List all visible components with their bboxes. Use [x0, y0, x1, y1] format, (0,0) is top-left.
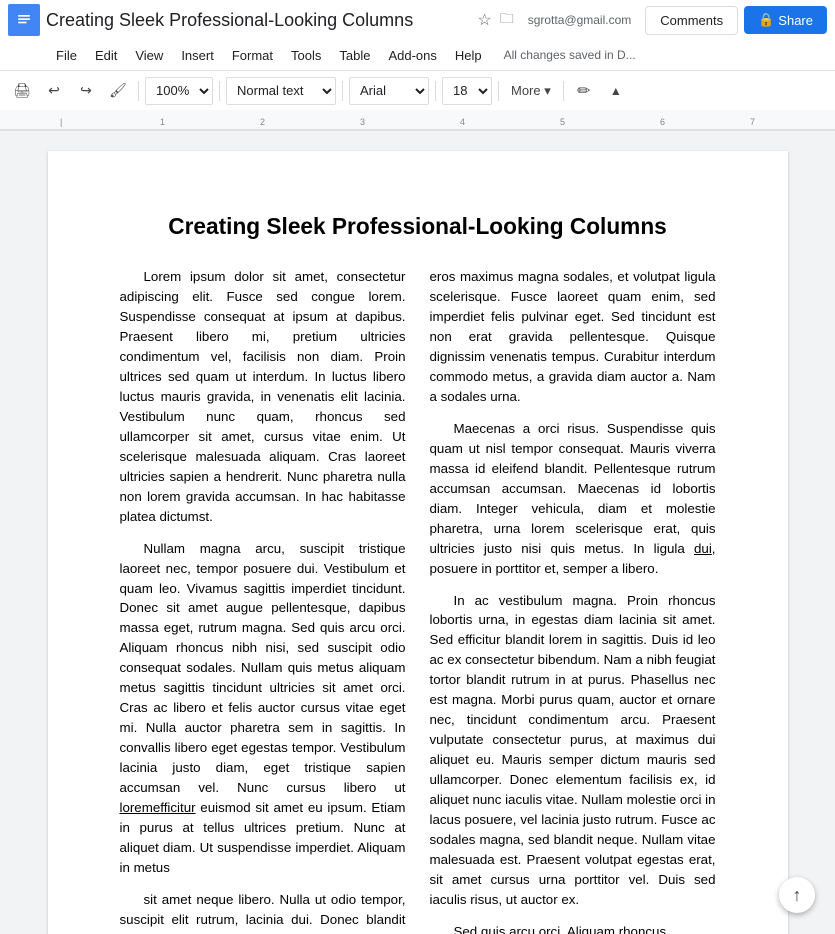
- menu-addons[interactable]: Add-ons: [380, 44, 444, 67]
- document-area[interactable]: Creating Sleek Professional-Looking Colu…: [0, 131, 835, 934]
- link-dui[interactable]: dui: [694, 541, 712, 556]
- collapse-toolbar-button[interactable]: ▲: [602, 77, 630, 105]
- link-loremefficitur[interactable]: loremefficitur: [120, 800, 196, 815]
- paragraph-1: Lorem ipsum dolor sit amet, consectetur …: [120, 267, 406, 527]
- print-button[interactable]: 🖨: [8, 77, 36, 105]
- more-button[interactable]: More ▾: [505, 77, 557, 105]
- ruler-mark-6: 6: [660, 117, 665, 127]
- divider-2: [219, 81, 220, 101]
- document-title: Creating Sleek Professional-Looking Colu…: [120, 211, 716, 243]
- undo-button[interactable]: ↩: [40, 77, 68, 105]
- divider-5: [498, 81, 499, 101]
- font-select[interactable]: Arial: [349, 77, 429, 105]
- ruler-mark-0: |: [60, 117, 62, 127]
- scroll-icon: ↑: [793, 885, 802, 906]
- ruler-mark-1: 1: [160, 117, 165, 127]
- ruler-mark-3: 3: [360, 117, 365, 127]
- document-body: Lorem ipsum dolor sit amet, consectetur …: [120, 267, 716, 934]
- menu-table[interactable]: Table: [331, 44, 378, 67]
- menu-tools[interactable]: Tools: [283, 44, 329, 67]
- app-icon: [8, 4, 40, 36]
- redo-button[interactable]: ↪: [72, 77, 100, 105]
- menu-insert[interactable]: Insert: [173, 44, 222, 67]
- doc-title[interactable]: Creating Sleek Professional-Looking Colu…: [46, 10, 471, 31]
- divider-6: [563, 81, 564, 101]
- menu-edit[interactable]: Edit: [87, 44, 125, 67]
- ruler: | 1 2 3 4 5 6 7: [0, 110, 835, 130]
- paragraph-2: Nullam magna arcu, suscipit tristique la…: [120, 539, 406, 879]
- user-email: sgrotta@gmail.com: [528, 13, 632, 27]
- style-select[interactable]: Normal text: [226, 77, 336, 105]
- ruler-mark-5: 5: [560, 117, 565, 127]
- folder-icon[interactable]: 🗀: [500, 8, 514, 32]
- menu-view[interactable]: View: [127, 44, 171, 67]
- menu-help[interactable]: Help: [447, 44, 490, 67]
- autosave-message: All changes saved in D...: [504, 48, 636, 62]
- menu-file[interactable]: File: [48, 44, 85, 67]
- document-page: Creating Sleek Professional-Looking Colu…: [48, 151, 788, 934]
- ruler-mark-4: 4: [460, 117, 465, 127]
- paragraph-5: In ac vestibulum magna. Proin rhoncus lo…: [430, 591, 716, 911]
- paragraph-6: Sed quis arcu orci. Aliquam rhoncus: [430, 922, 716, 934]
- menu-bar: File Edit View Insert Format Tools Table…: [0, 40, 835, 70]
- paint-format-button[interactable]: 🖌: [104, 77, 132, 105]
- comments-button[interactable]: Comments: [645, 6, 738, 35]
- ruler-mark-7: 7: [750, 117, 755, 127]
- zoom-select[interactable]: 100%: [145, 77, 213, 105]
- divider-4: [435, 81, 436, 101]
- title-icons: ☆ 🗀: [477, 8, 513, 32]
- star-icon[interactable]: ☆: [477, 10, 491, 30]
- scroll-to-top-button[interactable]: ↑: [779, 877, 815, 913]
- share-label: Share: [778, 13, 813, 28]
- divider-3: [342, 81, 343, 101]
- lock-icon: 🔒: [758, 12, 774, 28]
- paragraph-4: Maecenas a orci risus. Suspendisse quis …: [430, 419, 716, 579]
- menu-format[interactable]: Format: [224, 44, 281, 67]
- pen-button[interactable]: ✏: [570, 77, 598, 105]
- ruler-mark-2: 2: [260, 117, 265, 127]
- toolbar: 🖨 ↩ ↪ 🖌 100% Normal text Arial 18 More ▾…: [0, 70, 835, 110]
- font-size-select[interactable]: 18: [442, 77, 492, 105]
- share-button[interactable]: 🔒 Share: [744, 6, 827, 34]
- divider-1: [138, 81, 139, 101]
